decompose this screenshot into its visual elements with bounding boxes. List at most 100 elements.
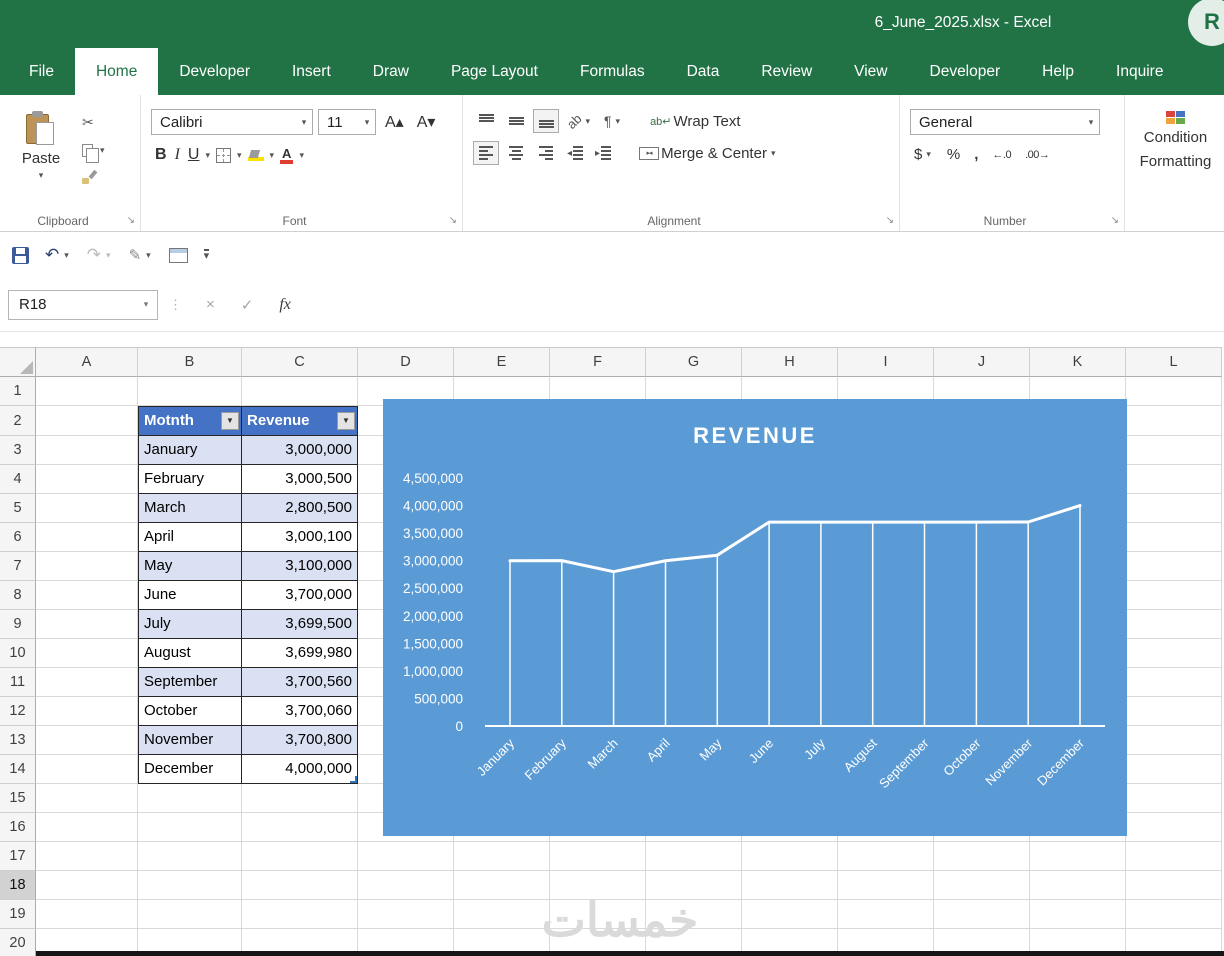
cell-B10[interactable]: August: [138, 639, 242, 668]
cell-B11[interactable]: September: [138, 668, 242, 697]
cell-C1[interactable]: [242, 377, 358, 406]
row-header-18[interactable]: 18: [0, 871, 36, 900]
cell-L10[interactable]: [1126, 639, 1222, 668]
cell-A15[interactable]: [36, 784, 138, 813]
tab-inquire[interactable]: Inquire: [1095, 48, 1184, 95]
cell-L8[interactable]: [1126, 581, 1222, 610]
cell-L13[interactable]: [1126, 726, 1222, 755]
qat-pen-button[interactable]: ✎▾: [129, 246, 153, 264]
cell-C14[interactable]: 4,000,000: [242, 755, 358, 784]
increase-decimal-button[interactable]: ←.0: [988, 147, 1015, 163]
cell-A18[interactable]: [36, 871, 138, 900]
cell-C13[interactable]: 3,700,800: [242, 726, 358, 755]
tab-help[interactable]: Help: [1021, 48, 1095, 95]
wrap-text-button[interactable]: ab↵Wrap Text: [646, 111, 744, 132]
text-direction-button[interactable]: ¶▾: [600, 111, 626, 131]
column-header-C[interactable]: C: [242, 347, 358, 377]
comma-format-button[interactable]: ,: [970, 144, 982, 165]
dialog-launcher-icon[interactable]: ↘: [449, 216, 457, 226]
column-header-G[interactable]: G: [646, 347, 742, 377]
cell-A11[interactable]: [36, 668, 138, 697]
merge-center-button[interactable]: ▸◂Merge & Center▾: [635, 143, 781, 164]
chevron-down-icon[interactable]: ▾: [135, 299, 157, 310]
align-bottom-button[interactable]: [533, 109, 559, 133]
cell-A12[interactable]: [36, 697, 138, 726]
cell-F17[interactable]: [550, 842, 646, 871]
column-header-A[interactable]: A: [36, 347, 138, 377]
cell-C7[interactable]: 3,100,000: [242, 552, 358, 581]
cell-D18[interactable]: [358, 871, 454, 900]
column-header-F[interactable]: F: [550, 347, 646, 377]
tab-review[interactable]: Review: [740, 48, 833, 95]
cell-C5[interactable]: 2,800,500: [242, 494, 358, 523]
cell-B17[interactable]: [138, 842, 242, 871]
row-header-11[interactable]: 11: [0, 668, 36, 697]
decrease-font-button[interactable]: A▾: [413, 110, 440, 134]
cell-B19[interactable]: [138, 900, 242, 929]
cell-B3[interactable]: January: [138, 436, 242, 465]
percent-format-button[interactable]: %: [943, 144, 964, 165]
column-header-I[interactable]: I: [838, 347, 934, 377]
cell-B4[interactable]: February: [138, 465, 242, 494]
cell-K17[interactable]: [1030, 842, 1126, 871]
row-header-20[interactable]: 20: [0, 929, 36, 956]
cell-L17[interactable]: [1126, 842, 1222, 871]
currency-format-button[interactable]: $▾: [910, 144, 937, 165]
cell-C12[interactable]: 3,700,060: [242, 697, 358, 726]
filter-button[interactable]: ▼: [221, 412, 239, 430]
customize-qat-button[interactable]: ▾: [204, 249, 210, 261]
orientation-button[interactable]: ab▾: [563, 112, 596, 131]
cell-I19[interactable]: [838, 900, 934, 929]
align-right-button[interactable]: [533, 141, 559, 165]
cell-C15[interactable]: [242, 784, 358, 813]
cell-A16[interactable]: [36, 813, 138, 842]
cell-C11[interactable]: 3,700,560: [242, 668, 358, 697]
cell-B8[interactable]: June: [138, 581, 242, 610]
cell-L11[interactable]: [1126, 668, 1222, 697]
cell-B13[interactable]: November: [138, 726, 242, 755]
cell-A7[interactable]: [36, 552, 138, 581]
column-header-L[interactable]: L: [1126, 347, 1222, 377]
chevron-down-icon[interactable]: ▾: [268, 150, 277, 161]
dialog-launcher-icon[interactable]: ↘: [127, 216, 135, 226]
tab-insert[interactable]: Insert: [271, 48, 352, 95]
cell-A13[interactable]: [36, 726, 138, 755]
cell-L15[interactable]: [1126, 784, 1222, 813]
cancel-entry-icon[interactable]: ×: [206, 296, 215, 313]
column-header-B[interactable]: B: [138, 347, 242, 377]
copy-button[interactable]: ▾: [78, 142, 111, 159]
cell-B6[interactable]: April: [138, 523, 242, 552]
cell-B18[interactable]: [138, 871, 242, 900]
cell-C19[interactable]: [242, 900, 358, 929]
column-header-D[interactable]: D: [358, 347, 454, 377]
cell-L16[interactable]: [1126, 813, 1222, 842]
cell-K19[interactable]: [1030, 900, 1126, 929]
cell-G17[interactable]: [646, 842, 742, 871]
row-header-3[interactable]: 3: [0, 436, 36, 465]
row-header-15[interactable]: 15: [0, 784, 36, 813]
cell-L12[interactable]: [1126, 697, 1222, 726]
cell-C9[interactable]: 3,699,500: [242, 610, 358, 639]
tab-file[interactable]: File: [8, 48, 75, 95]
bold-button[interactable]: B: [151, 144, 171, 166]
tab-developer-2[interactable]: Developer: [909, 48, 1022, 95]
cell-E17[interactable]: [454, 842, 550, 871]
row-header-9[interactable]: 9: [0, 610, 36, 639]
switch-windows-button[interactable]: [169, 248, 188, 263]
cell-C3[interactable]: 3,000,000: [242, 436, 358, 465]
cell-L7[interactable]: [1126, 552, 1222, 581]
column-header-K[interactable]: K: [1030, 347, 1126, 377]
align-center-button[interactable]: [503, 141, 529, 165]
tab-view[interactable]: View: [833, 48, 908, 95]
cell-H19[interactable]: [742, 900, 838, 929]
confirm-entry-icon[interactable]: ✓: [241, 296, 254, 314]
conditional-formatting-button[interactable]: Condition Formatting: [1135, 109, 1216, 173]
cell-C10[interactable]: 3,699,980: [242, 639, 358, 668]
cell-L9[interactable]: [1126, 610, 1222, 639]
decrease-indent-button[interactable]: ◂: [563, 144, 587, 162]
font-color-button[interactable]: A: [276, 145, 297, 166]
cell-A14[interactable]: [36, 755, 138, 784]
tab-data[interactable]: Data: [666, 48, 741, 95]
row-header-13[interactable]: 13: [0, 726, 36, 755]
cell-B15[interactable]: [138, 784, 242, 813]
